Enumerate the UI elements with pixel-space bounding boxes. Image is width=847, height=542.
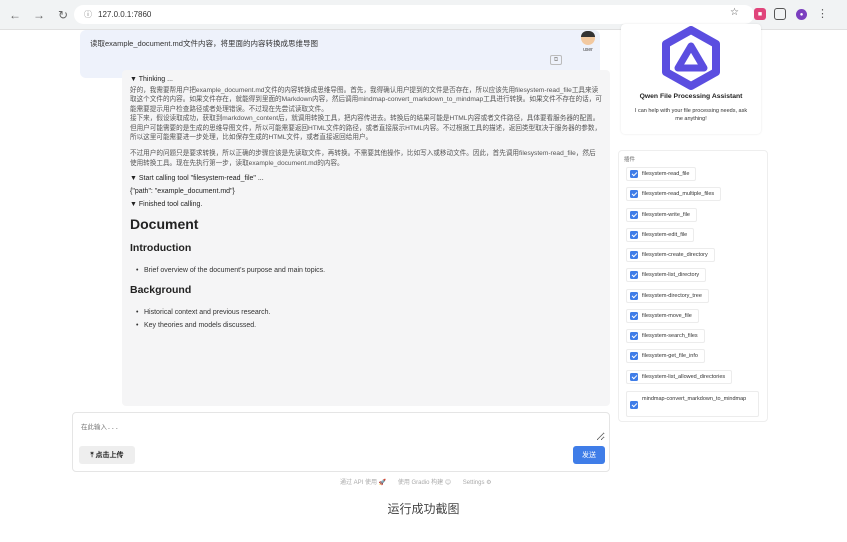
user-avatar-icon: [581, 31, 595, 45]
profile-avatar[interactable]: ●: [796, 9, 807, 20]
address-bar[interactable]: ⓘ 127.0.0.1:7860: [74, 5, 754, 24]
checkbox-checked-icon[interactable]: [630, 251, 638, 259]
document-title: Document: [130, 216, 199, 233]
checkbox-checked-icon[interactable]: [630, 352, 638, 360]
back-icon[interactable]: ←: [6, 6, 24, 24]
list-item: Key theories and models discussed.: [136, 322, 602, 329]
plugin-checkbox-filesystem-get-file-info[interactable]: filesystem-get_file_info: [626, 349, 705, 363]
section-list: Historical context and previous research…: [130, 309, 602, 329]
footer: 通过 API 使用 🚀 使用 Gradio 构建 😊 Settings ⚙: [340, 477, 502, 486]
plugin-checkbox-filesystem-create-directory[interactable]: filesystem-create_directory: [626, 248, 715, 262]
plugin-checkbox-filesystem-read-multiple-files[interactable]: filesystem-read_multiple_files: [626, 187, 722, 201]
plugin-checkbox-mindmap-convert[interactable]: mindmap-convert_markdown_to_mindmap: [626, 391, 759, 417]
checkbox-checked-icon[interactable]: [630, 373, 638, 381]
checkbox-checked-icon[interactable]: [630, 271, 638, 279]
plugin-checkbox-filesystem-read-file[interactable]: filesystem-read_file: [626, 167, 697, 181]
extension-icon[interactable]: ■: [754, 8, 766, 20]
tool-call-args: {"path": "example_document.md"}: [130, 188, 235, 196]
user-avatar-label: user: [583, 47, 593, 53]
assistant-description: I can help with your file processing nee…: [634, 108, 748, 122]
thinking-paragraph: 不过用户的问题只是要求转换，所以正确的步骤应该是先读取文件，再转换。不需要其他操…: [130, 150, 596, 167]
plugin-checkbox-filesystem-search-files[interactable]: filesystem-search_files: [626, 329, 705, 343]
input-panel: ⤒ 点击上传 发送: [72, 412, 610, 472]
plugin-checkbox-filesystem-list-allowed-directories[interactable]: filesystem-list_allowed_directories: [626, 370, 733, 384]
checkbox-checked-icon[interactable]: [630, 170, 638, 178]
browser-menu-icon[interactable]: ⋮: [817, 7, 828, 20]
copy-icon[interactable]: ⧉: [550, 55, 562, 65]
section-heading: Introduction: [130, 242, 192, 255]
plugin-checkbox-filesystem-edit-file[interactable]: filesystem-edit_file: [626, 228, 695, 242]
bookmark-star-icon[interactable]: ☆: [730, 7, 739, 18]
section-heading: Background: [130, 284, 192, 297]
plugin-checkbox-filesystem-directory-tree[interactable]: filesystem-directory_tree: [626, 289, 709, 303]
checkbox-checked-icon[interactable]: [630, 401, 638, 409]
chat-panel: 读取example_document.md文件内容，将里面的内容转换成思维导图 …: [72, 26, 610, 411]
section-list: Brief overview of the document's purpose…: [130, 267, 602, 274]
thinking-paragraph: 好的，我需要帮用户把example_document.md文件的内容转换成思维导…: [130, 87, 602, 113]
list-item: Historical context and previous research…: [136, 309, 602, 316]
url-text: 127.0.0.1:7860: [98, 10, 152, 19]
puzzle-extension-icon[interactable]: [774, 8, 786, 20]
image-caption: 运行成功截图: [387, 502, 460, 516]
tool-call-toggle[interactable]: ▼ Start calling tool "filesystem-read_fi…: [130, 175, 602, 182]
qwen-logo-icon: [662, 26, 720, 90]
settings-link[interactable]: Settings ⚙: [463, 480, 492, 486]
checkbox-checked-icon[interactable]: [630, 231, 638, 239]
thinking-toggle[interactable]: ▼ Thinking ...: [130, 76, 602, 83]
assistant-message-bubble: ▼ Thinking ... 好的，我需要帮用户把example_documen…: [122, 70, 610, 406]
plugins-label: 插件: [624, 157, 636, 163]
reload-icon[interactable]: ↻: [54, 6, 72, 24]
checkbox-checked-icon[interactable]: [630, 312, 638, 320]
plugins-panel: 插件 filesystem-read_file filesystem-read_…: [618, 150, 768, 422]
plugin-checkbox-filesystem-move-file[interactable]: filesystem-move_file: [626, 309, 699, 323]
api-link[interactable]: 通过 API 使用 🚀: [340, 480, 386, 486]
list-item: Brief overview of the document's purpose…: [136, 267, 602, 274]
tool-finished-toggle[interactable]: ▼ Finished tool calling.: [130, 201, 602, 208]
checkbox-checked-icon[interactable]: [630, 190, 638, 198]
thinking-paragraph: 接下来，假设读取成功，获取到markdown_content后，就调用转换工具，…: [130, 115, 602, 142]
assistant-title: Qwen File Processing Assistant: [639, 93, 743, 100]
send-button[interactable]: 发送: [573, 446, 605, 464]
plugin-checkbox-filesystem-write-file[interactable]: filesystem-write_file: [626, 208, 697, 222]
checkbox-checked-icon[interactable]: [630, 292, 638, 300]
upload-button[interactable]: ⤒ 点击上传: [79, 446, 135, 464]
gradio-link[interactable]: 使用 Gradio 构建 😊: [398, 480, 451, 486]
user-message-text: 读取example_document.md文件内容，将里面的内容转换成思维导图: [90, 39, 318, 48]
site-info-icon[interactable]: ⓘ: [84, 9, 92, 20]
thinking-content: 好的，我需要帮用户把example_document.md文件的内容转换成思维导…: [130, 86, 602, 168]
checkbox-checked-icon[interactable]: [630, 211, 638, 219]
forward-icon[interactable]: →: [30, 6, 48, 24]
message-input[interactable]: [81, 421, 605, 441]
assistant-card: Qwen File Processing Assistant I can hel…: [621, 24, 761, 134]
checkbox-checked-icon[interactable]: [630, 332, 638, 340]
user-avatar: user: [577, 31, 599, 61]
plugin-checkbox-filesystem-list-directory[interactable]: filesystem-list_directory: [626, 268, 707, 282]
